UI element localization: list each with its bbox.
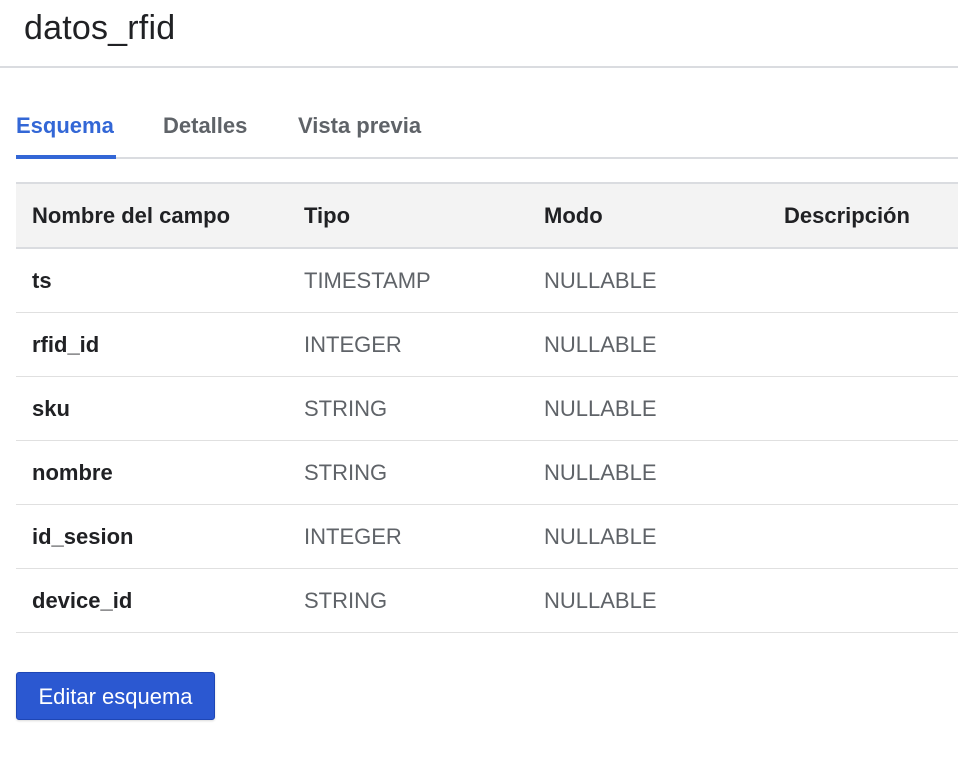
- field-name: ts: [16, 248, 304, 313]
- field-type: TIMESTAMP: [304, 248, 544, 313]
- field-mode: NULLABLE: [544, 248, 784, 313]
- field-description: [784, 376, 958, 441]
- table-row: id_sesion INTEGER NULLABLE: [16, 504, 958, 569]
- field-type: STRING: [304, 568, 544, 633]
- table-row: device_id STRING NULLABLE: [16, 568, 958, 633]
- field-name: id_sesion: [16, 504, 304, 569]
- column-header-name: Nombre del campo: [16, 183, 304, 249]
- column-header-description: Descripción: [784, 183, 958, 249]
- field-type: STRING: [304, 376, 544, 441]
- field-type: INTEGER: [304, 312, 544, 377]
- field-mode: NULLABLE: [544, 568, 784, 633]
- field-description: [784, 312, 958, 377]
- field-name: rfid_id: [16, 312, 304, 377]
- table-row: rfid_id INTEGER NULLABLE: [16, 312, 958, 377]
- schema-page: datos_rfid Esquema Detalles Vista previa…: [0, 0, 958, 762]
- field-name: sku: [16, 376, 304, 441]
- field-mode: NULLABLE: [544, 376, 784, 441]
- field-description: [784, 440, 958, 505]
- field-mode: NULLABLE: [544, 440, 784, 505]
- field-mode: NULLABLE: [544, 312, 784, 377]
- page-title: datos_rfid: [24, 9, 176, 47]
- table-row: sku STRING NULLABLE: [16, 376, 958, 441]
- table-row: nombre STRING NULLABLE: [16, 440, 958, 505]
- field-description: [784, 248, 958, 313]
- field-mode: NULLABLE: [544, 504, 784, 569]
- tab-detalles[interactable]: Detalles: [163, 100, 247, 157]
- tab-vista-previa[interactable]: Vista previa: [298, 100, 421, 157]
- column-header-type: Tipo: [304, 183, 544, 249]
- edit-schema-button[interactable]: Editar esquema: [16, 672, 215, 720]
- column-header-mode: Modo: [544, 183, 784, 249]
- table-header-row: Nombre del campo Tipo Modo Descripción: [16, 183, 958, 249]
- field-type: STRING: [304, 440, 544, 505]
- field-type: INTEGER: [304, 504, 544, 569]
- field-name: device_id: [16, 568, 304, 633]
- table-row: ts TIMESTAMP NULLABLE: [16, 248, 958, 313]
- field-description: [784, 504, 958, 569]
- schema-table: Nombre del campo Tipo Modo Descripción t…: [16, 182, 958, 633]
- field-description: [784, 568, 958, 633]
- title-bar: datos_rfid: [0, 0, 958, 68]
- field-name: nombre: [16, 440, 304, 505]
- tab-esquema[interactable]: Esquema: [16, 100, 116, 159]
- tab-bar: Esquema Detalles Vista previa: [16, 100, 958, 159]
